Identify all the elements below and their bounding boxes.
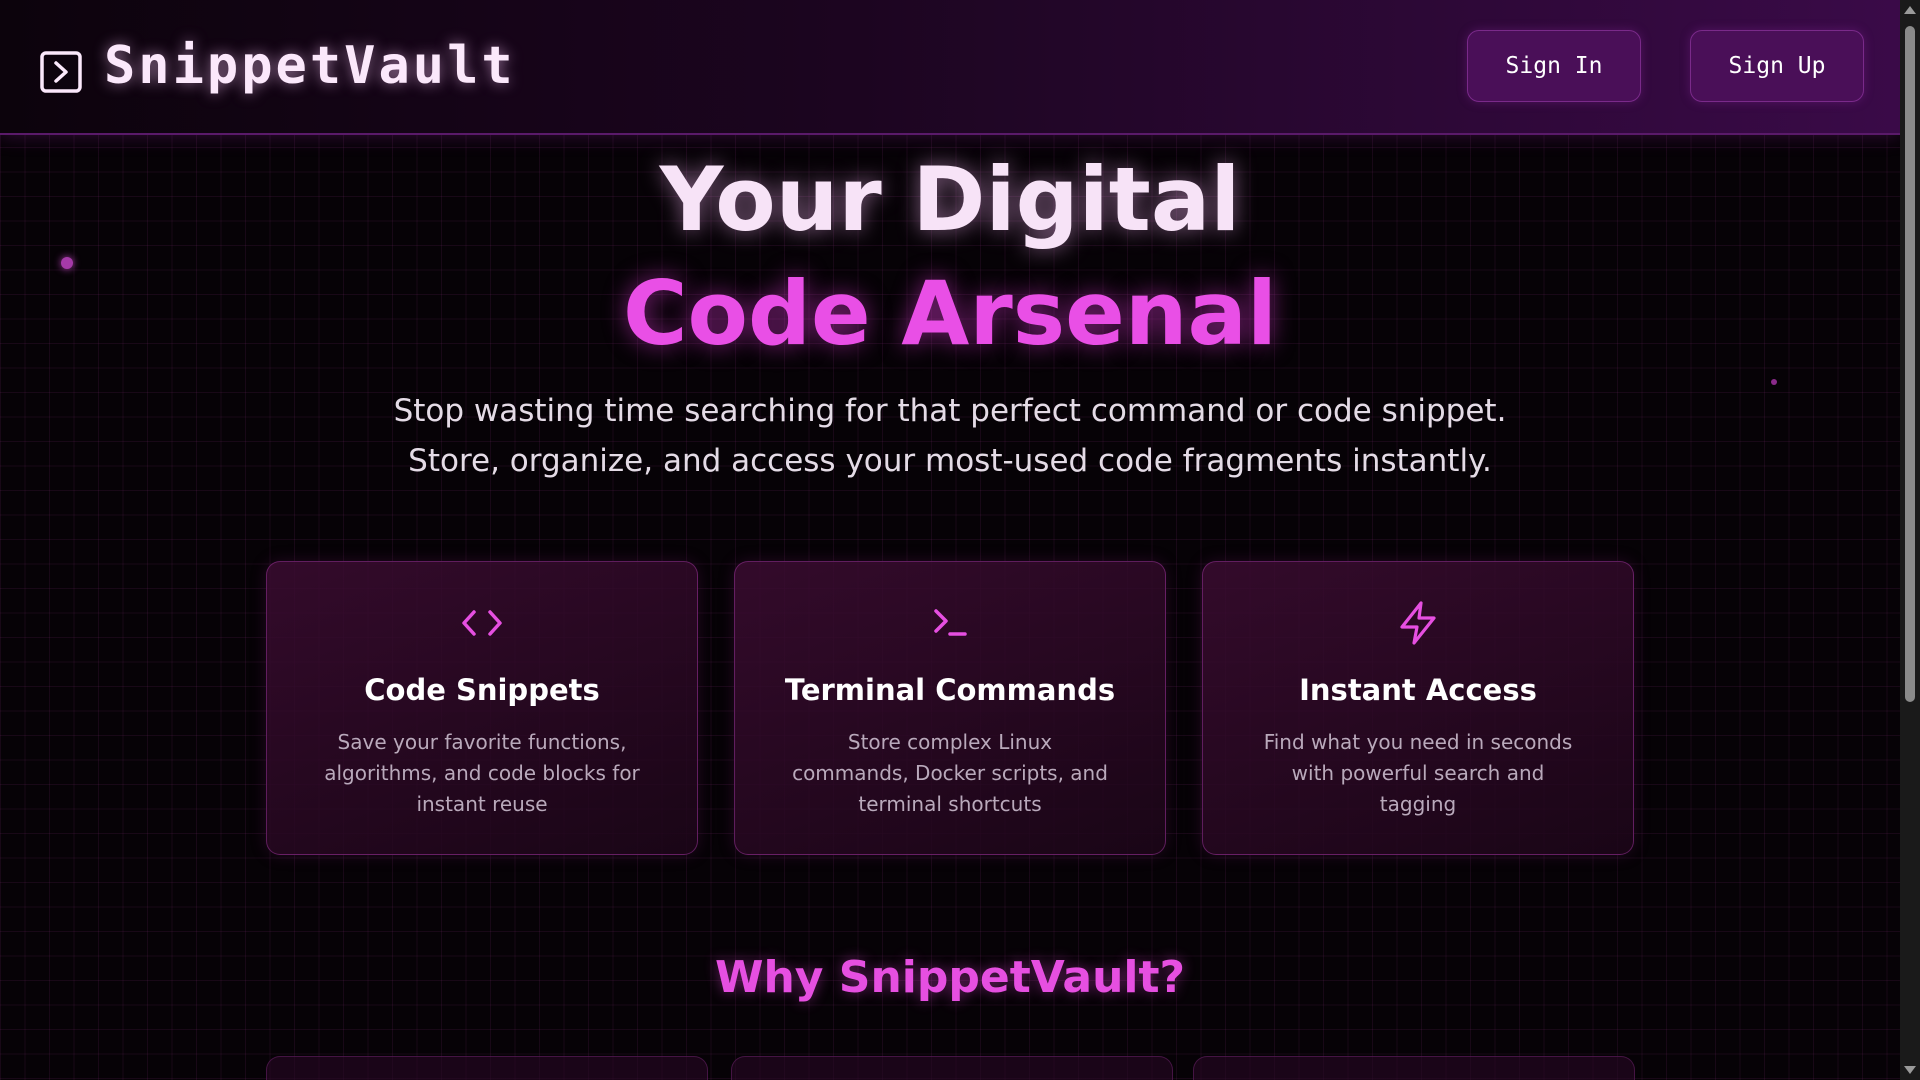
scroll-up-arrow-icon[interactable] [1904, 6, 1916, 14]
feature-description: Find what you need in seconds with power… [1263, 730, 1573, 816]
top-nav-bar: SnippetVault Sign In Sign Up [0, 0, 1900, 135]
landing-page: SnippetVault Sign In Sign Up Your Digita… [0, 0, 1920, 1080]
feature-description: Store complex Linux commands, Docker scr… [792, 730, 1108, 816]
page-scrollbar[interactable] [1900, 0, 1920, 1080]
code-brackets-icon [462, 610, 502, 636]
hero-title-line1: Your Digital [659, 148, 1241, 251]
feature-card-terminal-commands: Terminal Commands Store complex Linux co… [734, 561, 1166, 855]
feature-card-code-snippets: Code Snippets Save your favorite functio… [266, 561, 698, 855]
terminal-chevron-icon [40, 51, 82, 93]
hero-subtitle-line2: Store, organize, and access your most-us… [408, 443, 1492, 479]
decorative-glow-dot [1771, 379, 1777, 385]
brand-logo-text[interactable]: SnippetVault [104, 36, 516, 96]
lightning-bolt-icon [1400, 601, 1436, 645]
why-card [731, 1056, 1173, 1080]
hero-title-line2: Code Arsenal [622, 262, 1278, 365]
sign-in-button[interactable]: Sign In [1467, 30, 1641, 102]
feature-title: Terminal Commands [784, 673, 1116, 707]
sign-up-button[interactable]: Sign Up [1690, 30, 1864, 102]
feature-title: Instant Access [1299, 673, 1537, 707]
why-section-heading: Why SnippetVault? [714, 952, 1186, 1003]
why-card [1193, 1056, 1635, 1080]
why-card [266, 1056, 708, 1080]
feature-title: Code Snippets [364, 673, 600, 707]
scrollbar-thumb[interactable] [1905, 26, 1915, 702]
terminal-prompt-icon [934, 609, 967, 636]
hero-subtitle-line1: Stop wasting time searching for that per… [393, 393, 1507, 429]
feature-card-instant-access: Instant Access Find what you need in sec… [1202, 561, 1634, 855]
scroll-down-arrow-icon[interactable] [1904, 1066, 1916, 1074]
feature-description: Save your favorite functions, algorithms… [324, 730, 640, 816]
